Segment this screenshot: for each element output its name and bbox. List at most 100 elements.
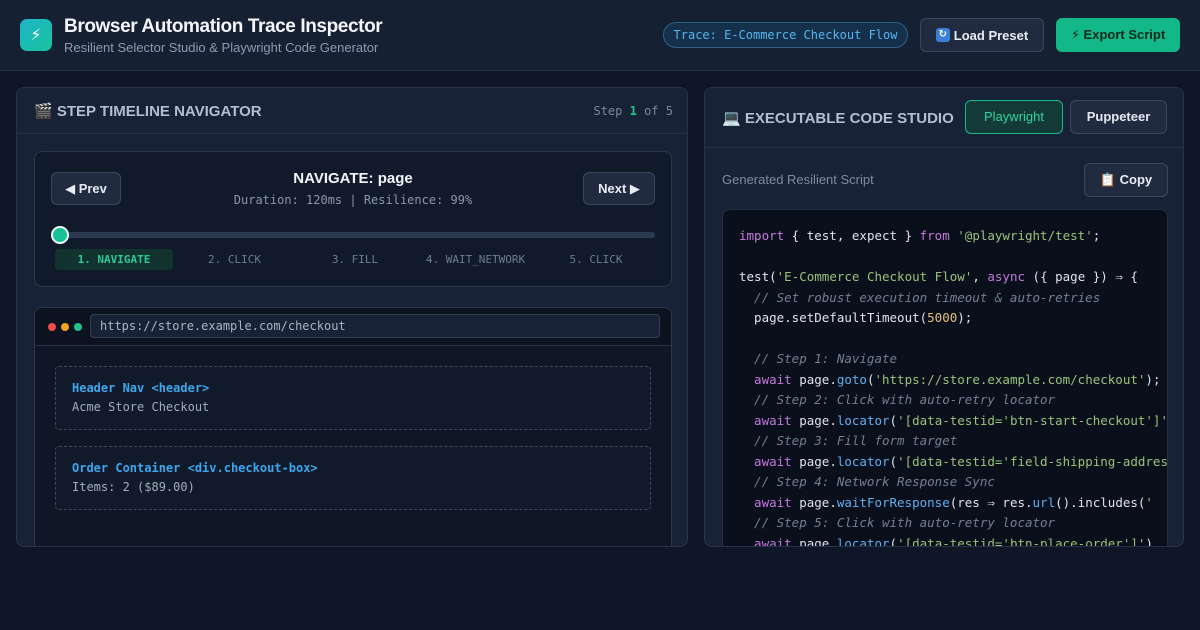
code-line: await page.locator('[data-testid='btn-st… <box>739 412 1168 430</box>
code-line: page.setDefaultTimeout(5000); <box>739 309 972 327</box>
total-steps: 5 <box>665 104 673 118</box>
code-token: // Step 5: Click with auto-retry locator <box>739 515 1056 530</box>
dom-element-card[interactable]: Order Container <div.checkout-box> Items… <box>55 446 651 510</box>
code-token: from <box>919 228 950 243</box>
code-token: { test, expect } <box>784 228 920 243</box>
url-bar[interactable] <box>90 314 660 338</box>
code-token: ); <box>957 310 973 325</box>
code-token: 5000 <box>927 310 958 325</box>
code-token: page. <box>791 494 837 510</box>
code-line: await page.goto('https://store.example.c… <box>739 371 1160 389</box>
step-tab[interactable]: 2. CLICK <box>176 249 294 270</box>
code-token: ' <box>1145 494 1153 510</box>
next-step-button[interactable]: Next ▶ <box>583 172 655 205</box>
code-token: locator <box>836 535 890 547</box>
code-editor[interactable]: import { test, expect } from '@playwrigh… <box>722 209 1168 547</box>
code-token: 'E-Commerce Checkout Flow' <box>776 269 973 284</box>
code-token: (res ⇒ res. <box>949 494 1033 510</box>
app-subtitle: Resilient Selector Studio & Playwright C… <box>64 40 379 55</box>
code-token: ( <box>889 535 898 547</box>
app-header: ⚡ Browser Automation Trace Inspector Res… <box>0 0 1200 71</box>
code-token: waitForResponse <box>836 494 950 510</box>
code-token: page. <box>791 371 837 387</box>
code-token: '[data-testid='btn-start-checkout']' <box>897 412 1168 428</box>
code-token: page. <box>791 535 837 547</box>
code-token: ({ page }) ⇒ { <box>1025 269 1138 284</box>
code-token: // Step 1: Navigate <box>739 351 898 366</box>
code-token: // Step 2: Click with auto-retry locator <box>739 392 1056 407</box>
code-line: await page.waitForResponse(res ⇒ res.url… <box>739 494 1153 512</box>
step-tab[interactable]: 4. WAIT_NETWORK <box>417 249 535 270</box>
code-token: , <box>972 269 988 284</box>
app-title: Browser Automation Trace Inspector <box>64 16 383 37</box>
code-token: ) <box>1145 535 1153 547</box>
reload-icon: ↻ <box>935 28 950 42</box>
code-token: locator <box>836 412 890 428</box>
step-word: Step <box>593 104 623 118</box>
code-token: 'https://store.example.com/checkout' <box>874 371 1146 387</box>
current-step-number: 1 <box>629 104 637 118</box>
export-script-button[interactable]: ⚡ Export Script <box>1056 18 1180 52</box>
step-title: NAVIGATE: page <box>293 170 413 187</box>
dom-element-label: Header Nav <header> <box>72 381 210 395</box>
code-token: await <box>739 535 792 547</box>
code-token: await <box>739 494 792 510</box>
of-word: of <box>644 104 659 118</box>
load-preset-label: Load Preset <box>953 27 1029 43</box>
dom-element-label: Order Container <div.checkout-box> <box>72 461 318 475</box>
code-token: '[data-testid='btn-place-order']' <box>897 535 1146 547</box>
step-navigator-card: ◀ Prev NAVIGATE: page Duration: 120ms | … <box>34 151 672 287</box>
code-token: page. <box>791 453 837 469</box>
step-tab[interactable]: 5. CLICK <box>537 249 655 270</box>
code-token: await <box>739 412 792 428</box>
window-minimize-dot-icon <box>61 323 69 331</box>
trace-badge: Trace: E-Commerce Checkout Flow <box>663 22 908 48</box>
browser-preview: Header Nav <header> Acme Store Checkout … <box>34 307 672 546</box>
timeline-slider-handle[interactable] <box>51 226 69 244</box>
code-token: ().includes( <box>1055 494 1146 510</box>
code-token: test( <box>739 269 777 284</box>
code-token: locator <box>836 453 890 469</box>
tab-puppeteer[interactable]: Puppeteer <box>1070 100 1167 134</box>
code-line: test('E-Commerce Checkout Flow', async (… <box>739 268 1138 286</box>
copy-button[interactable]: 📋 Copy <box>1084 163 1168 197</box>
code-line: // Step 5: Click with auto-retry locator <box>739 514 1055 532</box>
code-line: await page.locator('[data-testid='btn-pl… <box>739 535 1153 547</box>
code-token: ; <box>1092 228 1101 243</box>
code-token: await <box>739 371 792 387</box>
step-counter: Step 1 of 5 <box>593 104 673 118</box>
code-token: ( <box>889 412 898 428</box>
code-studio-panel: 💻 EXECUTABLE CODE STUDIO Playwright Pupp… <box>704 87 1184 547</box>
step-tabs: 1. NAVIGATE 2. CLICK 3. FILL 4. WAIT_NETWOR… <box>55 249 655 271</box>
code-token: async <box>987 269 1026 284</box>
step-tab[interactable]: 1. NAVIGATE <box>55 249 173 270</box>
code-studio-title: 💻 EXECUTABLE CODE STUDIO <box>722 110 954 127</box>
code-token: // Step 4: Network Response Sync <box>739 474 995 489</box>
code-studio-header: 💻 EXECUTABLE CODE STUDIO Playwright Pupp… <box>705 88 1183 148</box>
dom-element-value: Acme Store Checkout <box>72 400 210 414</box>
code-line: import { test, expect } from '@playwrigh… <box>739 227 1100 245</box>
code-token: // Step 3: Fill form target <box>739 433 958 448</box>
timeline-track[interactable] <box>59 232 655 238</box>
code-token: url <box>1032 494 1056 510</box>
tab-playwright[interactable]: Playwright <box>965 100 1063 134</box>
browser-toolbar <box>35 308 671 346</box>
dom-element-value: Items: 2 ($89.00) <box>72 480 195 494</box>
code-line: // Step 1: Navigate <box>739 350 897 368</box>
load-preset-button[interactable]: ↻ Load Preset <box>920 18 1044 52</box>
code-token: '[data-testid='field-shipping-address']' <box>897 453 1168 469</box>
lightning-logo-icon: ⚡ <box>20 19 52 51</box>
step-tab[interactable]: 3. FILL <box>296 249 414 270</box>
export-script-label: ⚡ Export Script <box>1070 27 1166 42</box>
step-timeline-panel: 🎬 STEP TIMELINE NAVIGATOR Step 1 of 5 ◀ … <box>16 87 688 547</box>
code-line: // Set robust execution timeout & auto-r… <box>739 289 1100 307</box>
code-token: '@playwright/test' <box>957 228 1093 243</box>
window-maximize-dot-icon <box>74 323 82 331</box>
code-line: // Step 2: Click with auto-retry locator <box>739 391 1055 409</box>
timeline-title: 🎬 STEP TIMELINE NAVIGATOR <box>34 103 262 120</box>
dom-element-card[interactable]: Header Nav <header> Acme Store Checkout <box>55 366 651 430</box>
code-token: goto <box>836 371 867 387</box>
code-token: page. <box>791 412 837 428</box>
code-token: await <box>739 453 792 469</box>
code-token: page.setDefaultTimeout( <box>739 310 928 325</box>
